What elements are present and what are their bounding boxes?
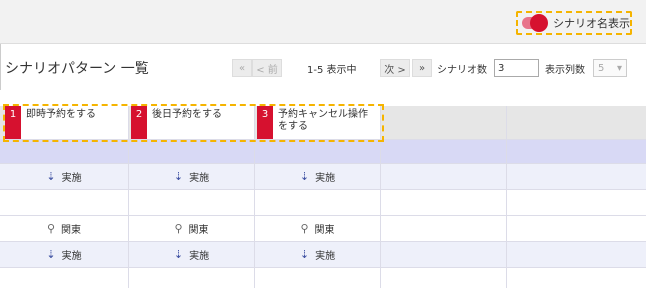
scenario-count-label: シナリオ数 [437, 64, 487, 76]
location-pin-icon: ⚲ [300, 222, 309, 235]
next-page-button[interactable]: 次 > [380, 59, 410, 77]
execute-label: 実施 [61, 173, 82, 184]
pattern-name: 後日予約をする [147, 106, 254, 139]
download-arrow-icon: ⇣ [46, 170, 56, 183]
execute-cell[interactable]: ⇣ 実施 [129, 242, 254, 267]
execute-cell[interactable]: ⇣ 実施 [0, 164, 128, 189]
region-cell[interactable]: ⚲ 関東 [0, 216, 128, 241]
scenario-count-input[interactable]: 3 [494, 59, 539, 77]
cols-value: 5 [598, 62, 605, 74]
execute-label: 実施 [315, 173, 336, 184]
prev-page-button[interactable]: < 前 [252, 59, 282, 77]
toggle-knob [530, 14, 548, 32]
pattern-number: 2 [131, 106, 147, 139]
region-cell[interactable]: ⚲ 関東 [255, 216, 380, 241]
pattern-name: 即時予約をする [21, 106, 128, 139]
pattern-header-1[interactable]: 1 即時予約をする [5, 106, 129, 139]
table-row [0, 190, 646, 216]
execute-cell[interactable]: ⇣ 実施 [255, 242, 380, 267]
download-arrow-icon: ⇣ [173, 170, 184, 183]
last-page-button[interactable]: » [412, 59, 432, 77]
section-row [0, 140, 646, 164]
download-arrow-icon: ⇣ [46, 248, 56, 261]
execute-label: 実施 [189, 251, 210, 262]
top-bar: シナリオ名表示 [0, 0, 646, 44]
pattern-name: 予約キャンセル操作をする [273, 106, 380, 139]
execute-cell[interactable]: ⇣ 実施 [0, 242, 128, 267]
pager-next-group: 次 > » [380, 59, 432, 77]
location-pin-icon: ⚲ [46, 222, 56, 235]
scenario-name-toggle[interactable]: シナリオ名表示 [516, 11, 632, 35]
first-page-button[interactable]: « [232, 59, 252, 77]
panel-border [0, 44, 1, 90]
download-arrow-icon: ⇣ [299, 170, 310, 183]
chevron-down-icon: ▾ [616, 62, 622, 74]
region-cell[interactable]: ⚲ 関東 [129, 216, 254, 241]
toggle-switch[interactable] [522, 14, 548, 32]
region-label: 関東 [314, 225, 335, 236]
location-pin-icon: ⚲ [174, 222, 183, 235]
download-arrow-icon: ⇣ [173, 248, 184, 261]
table-row: ⚲ 関東 ⚲ 関東 ⚲ 関東 [0, 216, 646, 242]
page-range: 1-5 表示中 [307, 64, 357, 76]
pattern-number: 1 [5, 106, 21, 139]
pattern-number: 3 [257, 106, 273, 139]
pattern-header-2[interactable]: 2 後日予約をする [131, 106, 255, 139]
region-label: 関東 [61, 225, 82, 236]
cols-select[interactable]: 5 ▾ [593, 59, 627, 77]
toggle-label: シナリオ名表示 [553, 17, 630, 30]
execute-cell[interactable]: ⇣ 実施 [129, 164, 254, 189]
table-row: ⇣ 実施 ⇣ 実施 ⇣ 実施 [0, 242, 646, 268]
execute-label: 実施 [189, 173, 210, 184]
pattern-header-row: 1 即時予約をする 2 後日予約をする 3 予約キャンセル操作をする [0, 106, 646, 140]
pattern-header-3[interactable]: 3 予約キャンセル操作をする [257, 106, 381, 139]
execute-cell[interactable]: ⇣ 実施 [255, 164, 380, 189]
table-row: ⇣ 実施 ⇣ 実施 ⇣ 実施 [0, 164, 646, 190]
pager-prev-group: « < 前 [232, 59, 282, 77]
table-row [0, 268, 646, 288]
execute-label: 実施 [61, 251, 82, 262]
execute-label: 実施 [315, 251, 336, 262]
region-label: 関東 [188, 225, 209, 236]
empty-header [381, 106, 507, 139]
cols-label: 表示列数 [545, 64, 585, 76]
page-title: シナリオパターン 一覧 [5, 61, 149, 77]
download-arrow-icon: ⇣ [299, 248, 310, 261]
